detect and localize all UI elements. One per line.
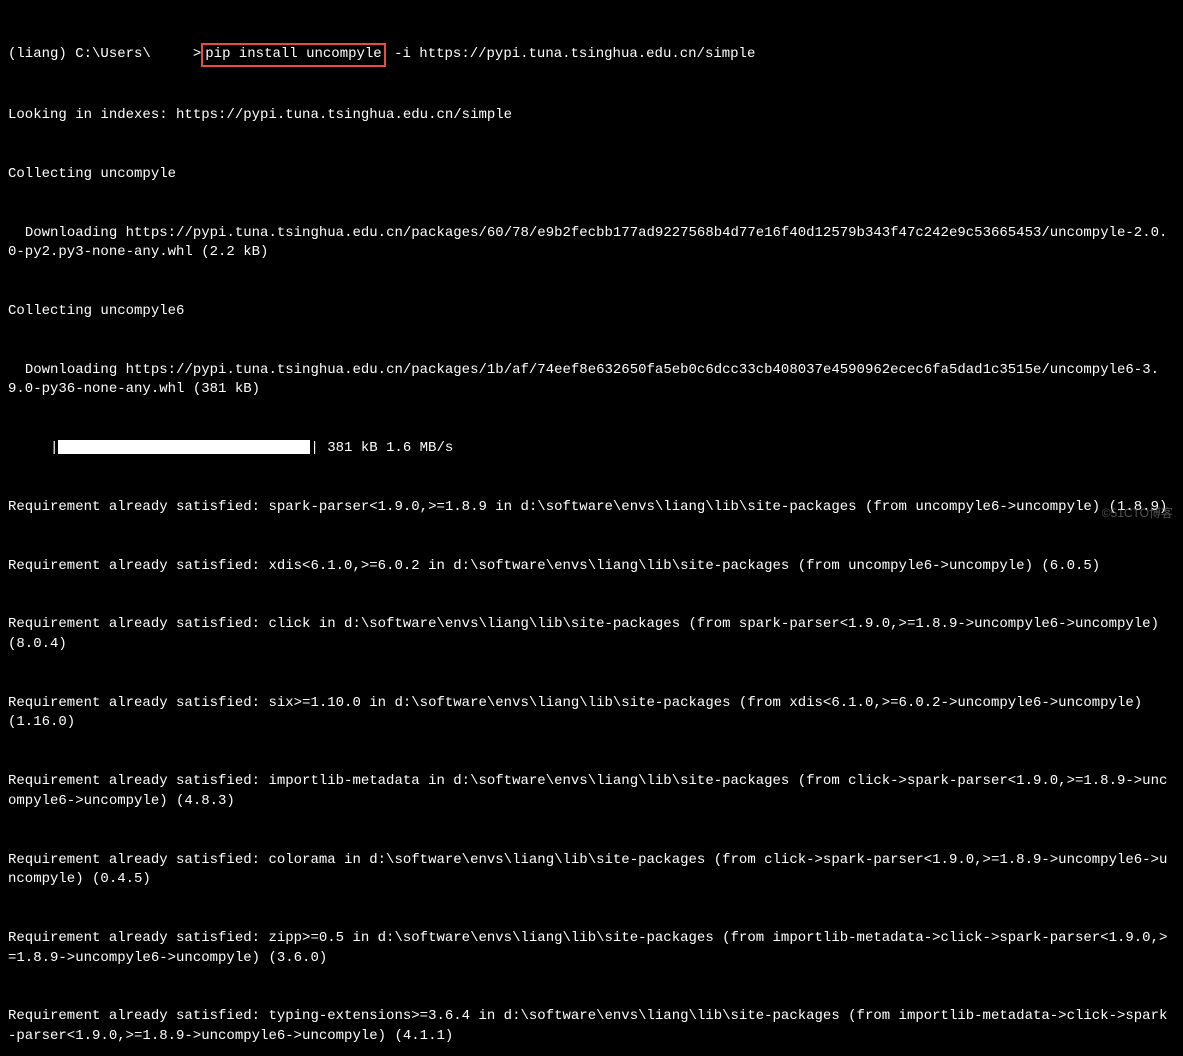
- output-line: Requirement already satisfied: six>=1.10…: [8, 694, 1175, 733]
- output-line: Requirement already satisfied: zipp>=0.5…: [8, 929, 1175, 968]
- path-text: C:\Users\: [75, 46, 151, 62]
- output-line: Requirement already satisfied: click in …: [8, 615, 1175, 654]
- output-line: Collecting uncompyle: [8, 165, 1175, 185]
- output-line: Requirement already satisfied: colorama …: [8, 851, 1175, 890]
- command-suffix: -i https://pypi.tuna.tsinghua.edu.cn/sim…: [386, 46, 756, 62]
- prompt-separator: >: [193, 46, 201, 62]
- terminal-output[interactable]: (liang) C:\Users\ >pip install uncompyle…: [8, 4, 1175, 1056]
- env-prefix: (liang): [8, 46, 67, 62]
- output-line: Looking in indexes: https://pypi.tuna.ts…: [8, 106, 1175, 126]
- highlighted-command: pip install uncompyle: [201, 43, 385, 67]
- output-line: Requirement already satisfied: typing-ex…: [8, 1007, 1175, 1046]
- output-line: Downloading https://pypi.tuna.tsinghua.e…: [8, 361, 1175, 400]
- progress-line: | | 381 kB 1.6 MB/s: [8, 439, 1175, 459]
- watermark-text: ©51CTO博客: [1102, 505, 1173, 522]
- output-line: Requirement already satisfied: importlib…: [8, 772, 1175, 811]
- output-line: Requirement already satisfied: spark-par…: [8, 498, 1175, 518]
- progress-bar-fill: [58, 440, 310, 454]
- output-line: Requirement already satisfied: xdis<6.1.…: [8, 557, 1175, 577]
- output-line: Collecting uncompyle6: [8, 302, 1175, 322]
- progress-suffix: | 381 kB 1.6 MB/s: [310, 440, 453, 456]
- output-line: Downloading https://pypi.tuna.tsinghua.e…: [8, 224, 1175, 263]
- command-prompt-line: (liang) C:\Users\ >pip install uncompyle…: [8, 43, 1175, 67]
- progress-prefix: |: [8, 440, 58, 456]
